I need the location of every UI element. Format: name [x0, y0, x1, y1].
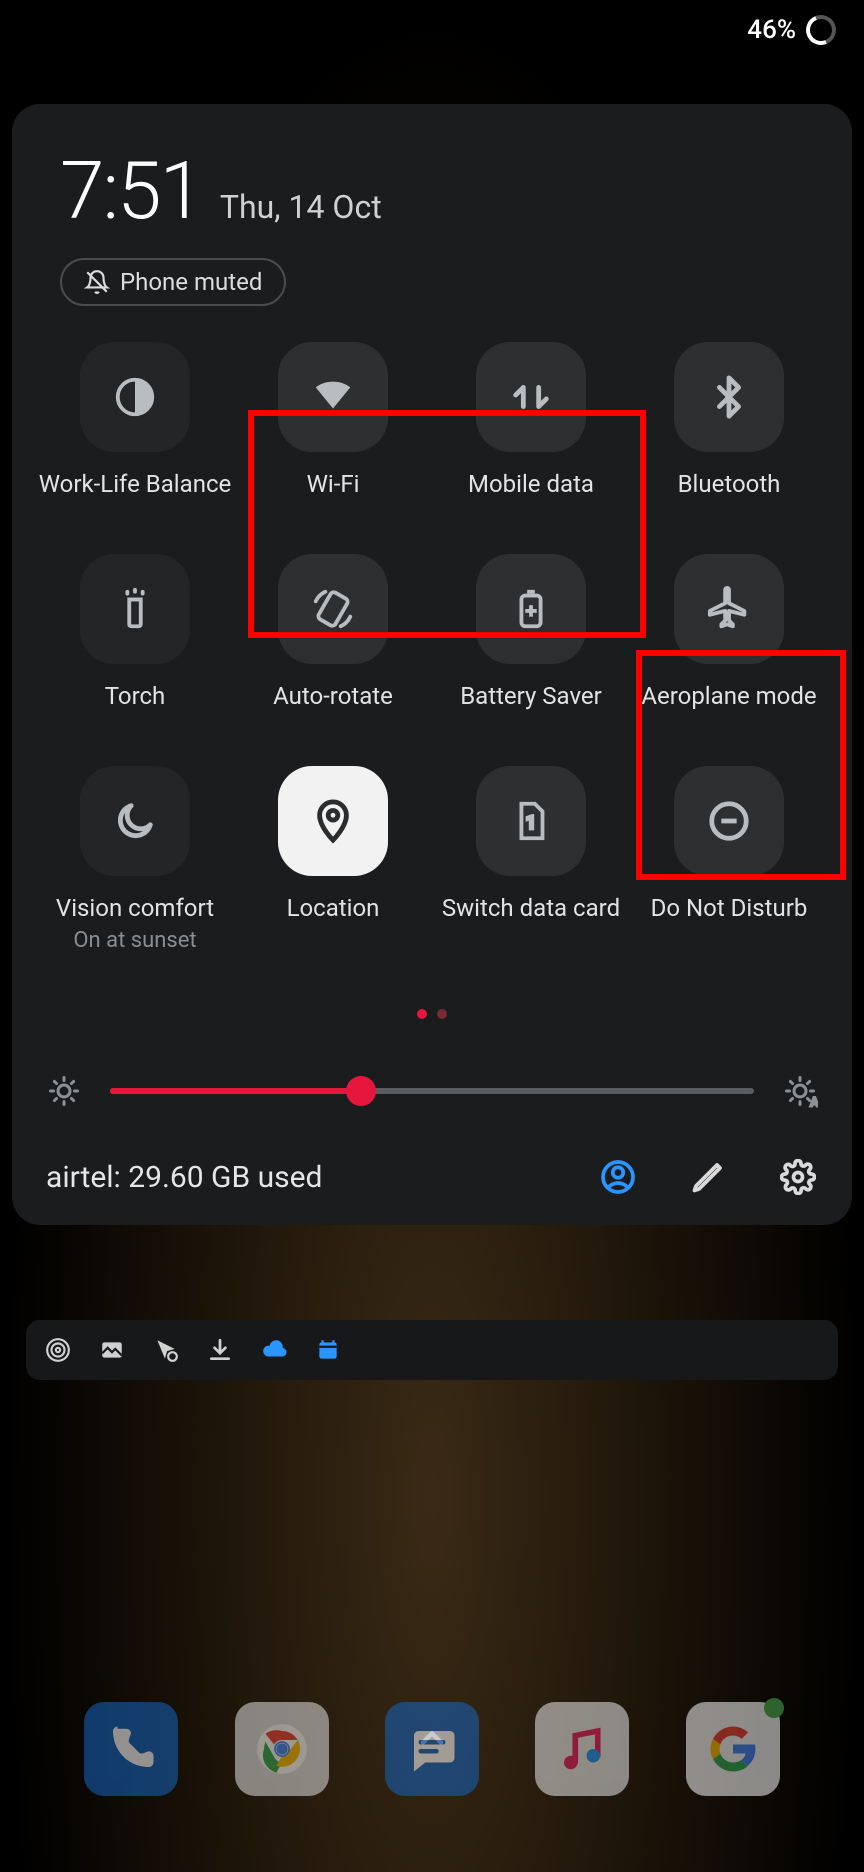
mobile-data-icon: [476, 342, 586, 452]
download-icon: [206, 1336, 234, 1364]
svg-text:A: A: [811, 1095, 819, 1109]
clock-time: 7:51: [60, 144, 202, 238]
clock-date: Thu, 14 Oct: [220, 188, 382, 226]
tile-label: Torch: [105, 682, 166, 710]
tile-label: Aeroplane mode: [641, 682, 816, 710]
page-dot: [437, 1009, 447, 1019]
tile-location[interactable]: Location: [234, 766, 432, 953]
aeroplane-icon: [674, 554, 784, 664]
tile-label: Do Not Disturb: [651, 894, 808, 922]
torch-icon: [80, 554, 190, 664]
app-chrome[interactable]: [235, 1702, 329, 1796]
edit-icon[interactable]: [688, 1157, 728, 1197]
clock-row: 7:51 Thu, 14 Oct: [36, 144, 828, 238]
vision-comfort-icon: [80, 766, 190, 876]
tile-mobile-data[interactable]: Mobile data: [432, 342, 630, 498]
carrier-usage: airtel: 29.60 GB used: [46, 1160, 598, 1195]
tile-switch-data-card[interactable]: 1 Switch data card: [432, 766, 630, 953]
tile-work-life-balance[interactable]: Work-Life Balance: [36, 342, 234, 498]
battery-ring-icon: [801, 10, 840, 49]
tile-sublabel: On at sunset: [73, 928, 196, 953]
wifi-icon: [278, 342, 388, 452]
dock: [0, 1702, 864, 1796]
battery-percentage: 46%: [747, 15, 796, 45]
notification-icon-bar[interactable]: [26, 1320, 838, 1380]
tile-label: Bluetooth: [678, 470, 781, 498]
app-google[interactable]: [686, 1702, 780, 1796]
notification-dot: [764, 1698, 784, 1718]
tile-battery-saver[interactable]: Battery Saver: [432, 554, 630, 710]
tile-do-not-disturb[interactable]: Do Not Disturb: [630, 766, 828, 953]
app-phone[interactable]: [84, 1702, 178, 1796]
brightness-slider[interactable]: [110, 1088, 754, 1094]
brightness-low-icon: [42, 1069, 86, 1113]
tile-vision-comfort[interactable]: Vision comfort On at sunset: [36, 766, 234, 953]
location-icon: [278, 766, 388, 876]
tile-bluetooth[interactable]: Bluetooth: [630, 342, 828, 498]
tile-auto-rotate[interactable]: Auto-rotate: [234, 554, 432, 710]
tile-aeroplane-mode[interactable]: Aeroplane mode: [630, 554, 828, 710]
tile-label: Mobile data: [468, 470, 594, 498]
auto-rotate-icon: [278, 554, 388, 664]
svg-text:1: 1: [526, 814, 536, 834]
tile-label: Wi-Fi: [307, 470, 360, 498]
tile-torch[interactable]: Torch: [36, 554, 234, 710]
bluetooth-icon: [674, 342, 784, 452]
quick-settings-panel: 7:51 Thu, 14 Oct Phone muted Work-Life B…: [12, 104, 852, 1225]
app-music[interactable]: [535, 1702, 629, 1796]
tile-label: Auto-rotate: [273, 682, 393, 710]
user-switch-icon[interactable]: [598, 1157, 638, 1197]
hotspot-icon: [44, 1336, 72, 1364]
tile-label: Switch data card: [442, 894, 620, 922]
page-dot: [417, 1009, 427, 1019]
calendar-icon: [314, 1336, 342, 1364]
brightness-auto-icon[interactable]: A: [778, 1069, 822, 1113]
tile-wifi[interactable]: Wi-Fi: [234, 342, 432, 498]
pointer-icon: [152, 1336, 180, 1364]
status-bar: 46%: [0, 0, 864, 60]
brightness-fill: [110, 1088, 361, 1094]
cloud-icon: [260, 1336, 288, 1364]
work-life-balance-icon: [80, 342, 190, 452]
phone-muted-chip[interactable]: Phone muted: [60, 258, 286, 306]
settings-icon[interactable]: [778, 1157, 818, 1197]
sim-card-icon: 1: [476, 766, 586, 876]
phone-muted-label: Phone muted: [120, 268, 262, 296]
battery-saver-icon: [476, 554, 586, 664]
brightness-thumb[interactable]: [346, 1076, 376, 1106]
tile-label: Vision comfort: [56, 894, 214, 922]
dnd-icon: [674, 766, 784, 876]
tiles-grid: Work-Life Balance Wi-Fi Mobile data Blue…: [36, 342, 828, 953]
brightness-row: A: [42, 1069, 822, 1113]
tile-label: Work-Life Balance: [39, 470, 232, 498]
panel-footer: airtel: 29.60 GB used: [36, 1157, 828, 1197]
tile-label: Location: [287, 894, 380, 922]
gallery-icon: [98, 1336, 126, 1364]
bell-off-icon: [84, 269, 110, 295]
page-indicator: [36, 1009, 828, 1019]
app-messages[interactable]: [385, 1702, 479, 1796]
tile-label: Battery Saver: [460, 682, 602, 710]
